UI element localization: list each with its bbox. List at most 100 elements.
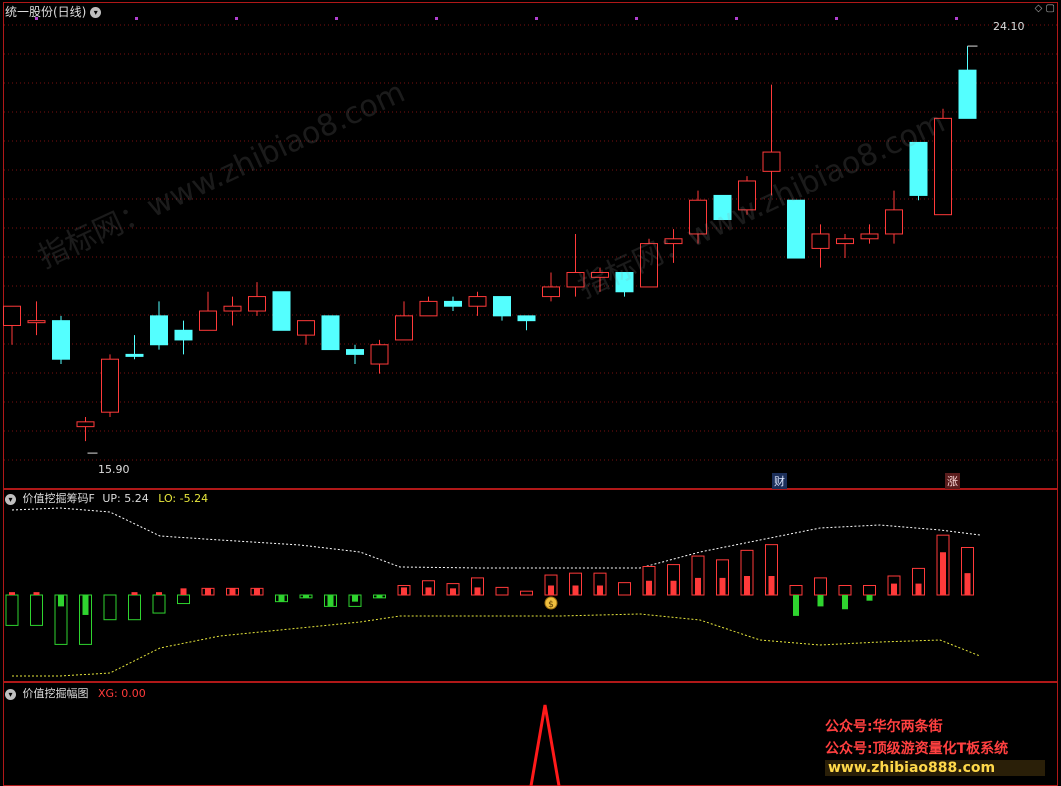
candle-body — [664, 238, 683, 245]
promo-line-3-text: www.zhibiao888.com — [828, 760, 996, 776]
indicator-bar-outline — [618, 582, 631, 596]
indicator-bar-outline — [838, 585, 852, 596]
stock-title: 统一股份(日线) — [5, 5, 87, 19]
chevron-down-icon[interactable]: ▾ — [5, 688, 16, 700]
badge-zhang-text: 涨 — [947, 475, 958, 488]
low-price-label: 15.90 — [98, 463, 130, 476]
candle-body — [223, 305, 242, 312]
candle-body — [52, 320, 70, 360]
indicator-bar-fill — [768, 576, 775, 595]
window-controls[interactable]: ◇ ▢ — [1035, 3, 1055, 14]
indicator-bar-fill — [327, 595, 334, 607]
indicator-bar-fill — [940, 552, 946, 595]
indicator-bar-fill — [401, 587, 407, 595]
high-price-value: 24.10 — [993, 20, 1025, 33]
candle-body — [199, 310, 217, 331]
lo-level-label: LO: -5.24 — [158, 492, 209, 505]
candle-body — [615, 271, 634, 293]
badge-cai-text: 财 — [774, 475, 785, 488]
candle-body — [248, 296, 266, 312]
indicator-bar-outline — [128, 594, 141, 621]
indicator-bar-fill — [597, 585, 603, 595]
top-marker-dot — [235, 17, 238, 20]
low-price-value: 15.90 — [98, 463, 130, 476]
candle-body — [101, 358, 119, 413]
indicator-bar-outline — [103, 594, 117, 621]
indicator-bar-fill — [450, 588, 456, 595]
indicator-bar-fill — [303, 595, 309, 598]
candle-body — [689, 199, 707, 235]
indicator-bar-fill — [866, 595, 873, 601]
indicator-bar-fill — [376, 595, 383, 598]
candle-body — [542, 286, 560, 298]
chart-window: $ 指标网：www.zhibiao8.com 指标网：www.zhibiao8.… — [0, 0, 1061, 786]
diamond-icon[interactable]: ◇ ▢ — [1035, 3, 1055, 14]
candle-body — [738, 180, 756, 211]
indicator-bar-fill — [131, 592, 138, 595]
candle-body — [395, 315, 413, 341]
indicator-bar-outline — [789, 585, 803, 596]
indicator-bar-outline — [495, 586, 509, 596]
candle-body — [346, 349, 364, 355]
indicator-bar-fill — [58, 595, 64, 607]
candle-body — [934, 117, 952, 216]
signal-panel-header: ▾ 价值挖掘幅图 XG: 0.00 — [5, 685, 146, 701]
xg-label: XG: 0.00 — [98, 687, 146, 700]
candle-body — [76, 421, 95, 428]
top-marker-dot — [535, 17, 538, 20]
indicator-bar-fill — [156, 592, 162, 595]
indicator-panel-header: ▾ 价值挖掘筹码F UP: 5.24 LO: -5.24 — [5, 490, 208, 506]
indicator-bar-outline — [152, 594, 166, 614]
promo-line-2-text: 公众号:顶级游资量化T板系统 — [825, 741, 1009, 757]
candle-body — [787, 199, 805, 259]
money-bag-glyph: $ — [548, 600, 554, 610]
indicator-bar-fill — [9, 592, 15, 595]
indicator-name: 价值挖掘筹码F — [22, 492, 95, 505]
candle-body — [444, 300, 462, 307]
badge-cai[interactable]: 财 — [772, 473, 787, 489]
candle-body — [297, 320, 315, 336]
indicator-bar-outline — [520, 590, 533, 596]
indicator-bar-outline — [814, 577, 827, 596]
indicator-bar-fill — [352, 595, 358, 602]
candle-body — [174, 329, 193, 341]
candle-body — [517, 315, 536, 322]
candle-body — [272, 291, 291, 331]
indicator-bar-fill — [205, 588, 211, 595]
top-marker-dot — [435, 17, 438, 20]
candle-body — [885, 209, 903, 235]
indicator-bar-fill — [964, 573, 971, 595]
indicator-bar-fill — [695, 577, 701, 595]
top-marker-dot — [835, 17, 838, 20]
indicator-bar-fill — [82, 595, 89, 615]
indicator-bar-outline — [5, 594, 19, 626]
chevron-down-icon[interactable]: ▾ — [5, 493, 16, 505]
indicator-bar-fill — [744, 576, 750, 595]
top-marker-dot — [335, 17, 338, 20]
candle-body — [125, 353, 144, 357]
candle-body — [909, 141, 928, 196]
indicator-bar-fill — [474, 587, 481, 595]
candle-body — [836, 238, 854, 245]
indicator-bar-outline — [177, 594, 190, 605]
badge-zhang[interactable]: 涨 — [945, 473, 960, 489]
signal-indicator-name: 价值挖掘幅图 — [22, 687, 89, 700]
high-price-label: 24.10 — [993, 20, 1025, 33]
top-marker-dot — [135, 17, 138, 20]
candle-body — [566, 271, 585, 288]
signal-spike-line — [529, 704, 561, 786]
candle-body — [860, 233, 879, 240]
indicator-bar-fill — [254, 588, 260, 595]
lower-envelope-line — [12, 613, 981, 677]
candle-body — [958, 69, 977, 119]
promo-line-1-text: 公众号:华尔两条街 — [825, 719, 943, 735]
candle-body — [762, 151, 781, 172]
chart-canvas[interactable]: $ — [0, 0, 1061, 786]
indicator-bar-fill — [891, 583, 897, 595]
indicator-bar-fill — [670, 580, 677, 595]
candle-body — [370, 344, 389, 365]
chevron-down-icon[interactable]: ▾ — [90, 7, 102, 18]
promo-line-2: 公众号:顶级游资量化T板系统 — [825, 738, 1045, 758]
candle-body — [27, 320, 46, 324]
top-marker-dot — [955, 17, 958, 20]
